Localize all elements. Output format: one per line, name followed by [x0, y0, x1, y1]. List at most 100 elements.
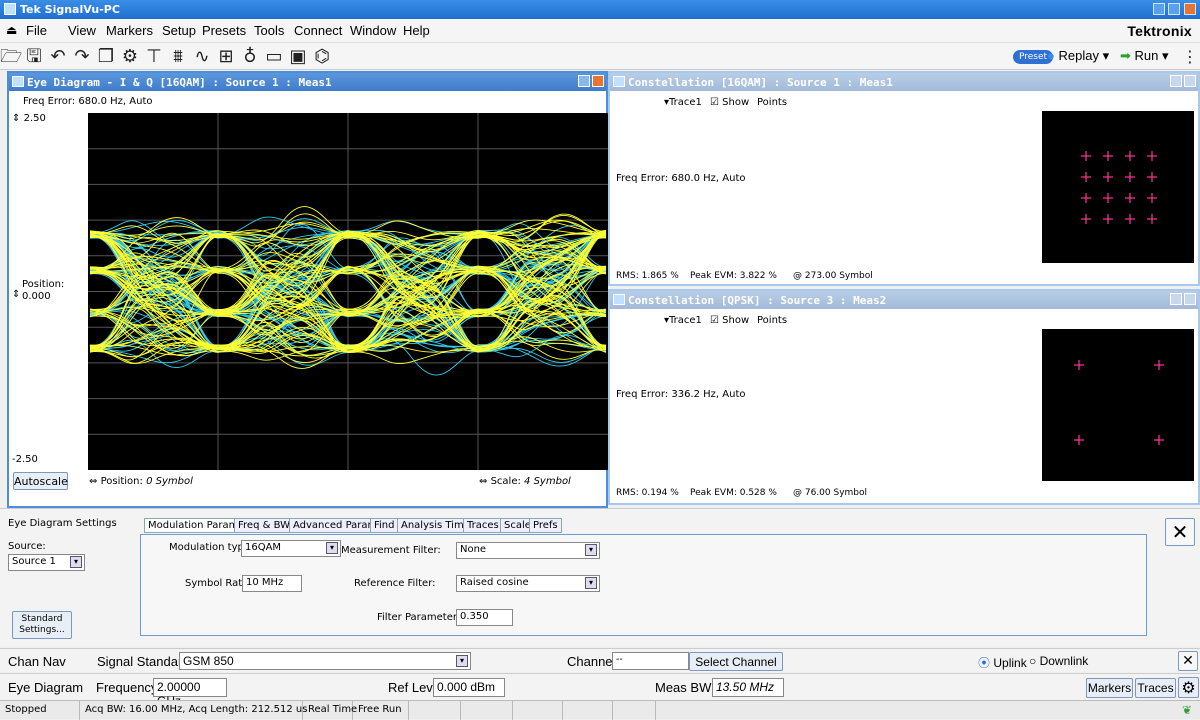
restore-panel-icon[interactable] [578, 75, 590, 87]
meas-bw-input[interactable]: 13.50 MHz [712, 678, 784, 697]
menu-presets[interactable]: Presets [202, 23, 246, 38]
tab-modulation-params[interactable]: Modulation Params [144, 518, 248, 533]
uplink-radio[interactable]: ⦿ Uplink [978, 654, 1027, 671]
show-checkbox[interactable]: ☑ Show [710, 97, 749, 108]
settings-tab-content: Modulation type: 16QAM ▾ Symbol Rate: 10 … [140, 534, 1147, 636]
more-options-icon[interactable]: ⋮ [1180, 47, 1200, 67]
close-panel-icon[interactable] [1184, 75, 1196, 87]
constellation-16qam-title: Constellation [16QAM] : Source 1 : Meas1 [628, 76, 893, 89]
downlink-radio[interactable]: ○ Downlink [1029, 654, 1088, 668]
add-plot-icon[interactable]: ▣ [288, 47, 308, 67]
channel-input[interactable]: -- [612, 652, 689, 670]
show-checkbox[interactable]: ☑ Show [710, 315, 749, 326]
measurement-name: Eye Diagram [8, 680, 84, 695]
undo-icon[interactable]: ↶ [48, 47, 68, 67]
maximize-icon[interactable] [1168, 3, 1180, 15]
close-panel-icon[interactable] [1184, 293, 1196, 305]
tab-prefs[interactable]: Prefs [529, 518, 562, 533]
close-settings-button[interactable]: ✕ [1165, 518, 1195, 546]
select-channel-button[interactable]: Select Channel [689, 652, 783, 671]
signal-standard-select[interactable]: GSM 850 ▾ [179, 652, 471, 670]
record-icon[interactable]: ▭ [264, 47, 284, 67]
menu-window[interactable]: Window [350, 23, 396, 38]
open-folder-icon[interactable]: 🗁 [0, 47, 22, 67]
settings-gear-button[interactable]: ⚙ [1178, 677, 1199, 698]
standard-settings-button[interactable]: Standard Settings... [12, 611, 72, 639]
analysis-icon[interactable]: ∿ [192, 47, 212, 67]
constellation-point [1081, 151, 1091, 161]
symbol-rate-input[interactable]: 10 MHz [242, 575, 302, 592]
status-empty-3 [513, 701, 563, 720]
filter-param-input[interactable]: 0.350 [456, 609, 513, 626]
eye-diagram-plot[interactable] [88, 113, 608, 470]
windows-icon[interactable]: ❐ [96, 47, 116, 67]
source-select[interactable]: Source 1 ▾ [8, 554, 85, 571]
link-icon[interactable]: ⌬ [312, 47, 332, 67]
eject-icon[interactable]: ⏏ [6, 23, 17, 37]
trace-dropdown[interactable]: ▾Trace1 [664, 315, 702, 326]
meas-bw-label: Meas BW [655, 680, 712, 695]
tab-find[interactable]: Find [370, 518, 399, 533]
restore-panel-icon[interactable] [1170, 293, 1182, 305]
menu-setup[interactable]: Setup [162, 23, 196, 38]
replay-button[interactable]: ● Replay ▾ [1047, 48, 1109, 64]
redo-icon[interactable]: ↷ [72, 47, 92, 67]
connection-leaf-icon: ❦ [1182, 703, 1193, 717]
display-icon[interactable]: ⊞ [216, 47, 236, 67]
rms-value: RMS: 0.194 % [616, 488, 679, 498]
constellation-16qam-panel: Constellation [16QAM] : Source 1 : Meas1… [608, 71, 1200, 286]
arrow-icon: ⇔ [479, 476, 488, 487]
x-scale[interactable]: ⇔ Scale: 4 Symbol [479, 476, 571, 487]
peak-evm-value: Peak EVM: 0.528 % [690, 488, 777, 498]
show-label: Show [722, 97, 750, 108]
trace-dropdown[interactable]: ▾Trace1 [664, 97, 702, 108]
run-button[interactable]: ➡ Run ▾ [1120, 48, 1169, 64]
tab-freq-bw[interactable]: Freq & BW [234, 518, 294, 533]
settings-gear-icon[interactable]: ⚙ [120, 47, 140, 67]
frequency-label: Frequency [96, 680, 158, 695]
tab-traces[interactable]: Traces [463, 518, 503, 533]
constellation-16qam-plot[interactable] [1042, 111, 1194, 263]
top-value[interactable]: ⇕ 2.50 [12, 113, 46, 124]
minimize-icon[interactable] [1153, 3, 1165, 15]
mod-type-value: 16QAM [245, 542, 282, 553]
ref-filter-value: Raised cosine [460, 577, 529, 588]
trigger-icon[interactable]: ⊤ [144, 47, 164, 67]
close-chan-nav-button[interactable]: ✕ [1178, 651, 1198, 671]
menu-view[interactable]: View [68, 23, 96, 38]
channel-label: Channel [567, 654, 616, 669]
menu-tools[interactable]: Tools [254, 23, 284, 38]
restore-panel-icon[interactable] [1170, 75, 1182, 87]
menu-help[interactable]: Help [403, 23, 430, 38]
mod-type-select[interactable]: 16QAM ▾ [241, 540, 341, 557]
bottom-value[interactable]: -2.50 [12, 454, 38, 465]
ref-level-input[interactable]: 0.000 dBm [433, 678, 505, 697]
close-panel-icon[interactable] [592, 75, 604, 87]
constellation-point [1154, 360, 1164, 370]
constellation-point [1125, 172, 1135, 182]
signal-standard-label: Signal Standard [97, 654, 190, 669]
points-label[interactable]: Points [757, 97, 787, 108]
meas-filter-select[interactable]: None ▾ [456, 542, 600, 559]
measurement-bar: Eye Diagram Frequency 2.00000 GHz Ref Le… [0, 673, 1200, 708]
traces-button[interactable]: Traces [1135, 678, 1176, 698]
x-position[interactable]: ⇔ Position: 0 Symbol [89, 476, 193, 487]
constellation-qpsk-plot[interactable] [1042, 329, 1194, 481]
points-label[interactable]: Points [757, 315, 787, 326]
autoscale-button[interactable]: Autoscale [13, 472, 68, 490]
menu-file[interactable]: File [26, 23, 47, 38]
markers-button[interactable]: Markers [1086, 678, 1133, 698]
x-position-value: 0 Symbol [146, 476, 193, 487]
menu-bar: ⏏ File View Markers Setup Presets Tools … [0, 19, 1200, 43]
replay-dot-icon: ● [1047, 48, 1055, 63]
menu-markers[interactable]: Markers [106, 23, 153, 38]
markers-icon[interactable]: ♁ [240, 47, 260, 67]
acquire-icon[interactable]: ⩩ [168, 47, 188, 67]
frequency-input[interactable]: 2.00000 GHz [153, 678, 227, 708]
chan-nav-label: Chan Nav [8, 654, 66, 669]
close-window-icon[interactable] [1184, 3, 1196, 15]
save-icon[interactable]: 🖫 [24, 47, 44, 67]
menu-connect[interactable]: Connect [294, 23, 342, 38]
constellation-16qam-titlebar: Constellation [16QAM] : Source 1 : Meas1 [610, 73, 1198, 91]
ref-filter-select[interactable]: Raised cosine ▾ [456, 575, 600, 592]
